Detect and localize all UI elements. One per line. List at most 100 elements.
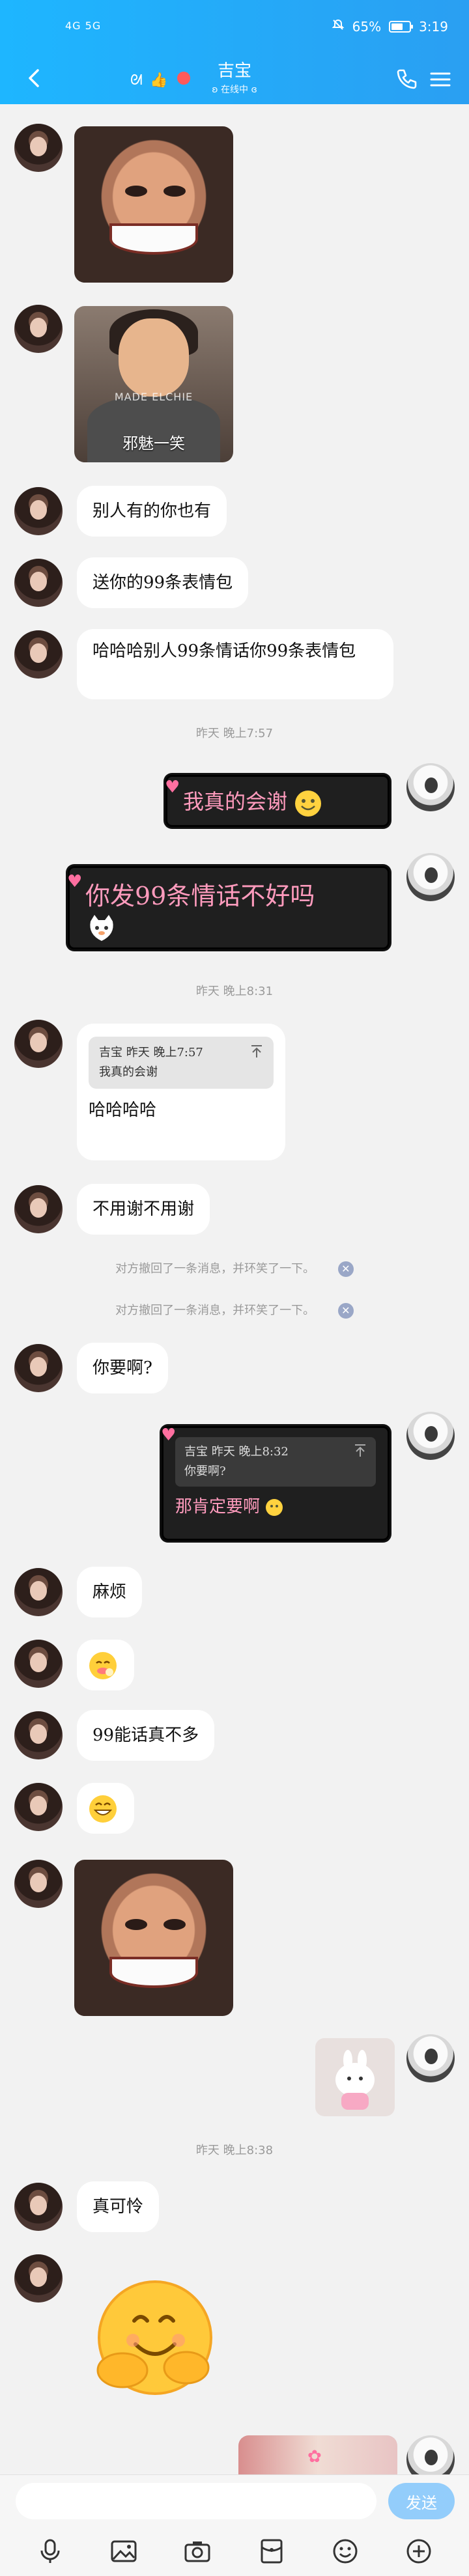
input-bar: 发送 xyxy=(0,2474,469,2527)
image-message[interactable]: MADE ELCHIE 邪魅一笑 xyxy=(74,306,233,462)
contact-avatar[interactable] xyxy=(14,1711,63,1759)
send-button[interactable]: 发送 xyxy=(388,2483,455,2519)
mute-icon xyxy=(332,18,345,35)
styled-message[interactable]: ♥ 你发99条情话不好吗 xyxy=(67,866,390,949)
jump-to-icon[interactable] xyxy=(250,1044,263,1059)
heart-icon: ♥ xyxy=(165,777,180,797)
contact-avatar[interactable] xyxy=(14,1860,63,1908)
plus-circle-icon xyxy=(406,2539,431,2564)
contact-avatar[interactable] xyxy=(14,1640,63,1688)
quote-text: 你要啊? xyxy=(184,1464,226,1478)
svg-text:👍: 👍 xyxy=(150,72,167,89)
quote-author: 吉宝 xyxy=(99,1046,122,1059)
image-caption: 邪魅一笑 xyxy=(122,434,185,453)
contact-avatar[interactable] xyxy=(14,1020,63,1068)
my-avatar[interactable] xyxy=(406,763,455,811)
recall-notice: 对方撤回了一条消息，并环笑了一下。 ✕ xyxy=(0,1259,469,1277)
input-toolbar xyxy=(0,2527,469,2576)
heart-icon: ♥ xyxy=(67,872,83,891)
battery-icon xyxy=(389,20,414,33)
call-button[interactable] xyxy=(393,66,419,92)
contact-avatar[interactable] xyxy=(14,305,63,353)
text-message[interactable]: 麻烦 xyxy=(77,1567,143,1617)
svg-text:ᘛ: ᘛ xyxy=(130,72,143,89)
contact-avatar[interactable] xyxy=(14,487,63,535)
text-message[interactable]: 别人有的你也有 xyxy=(77,486,227,537)
cute-emoji-icon xyxy=(266,1499,283,1516)
image-message[interactable] xyxy=(74,1860,233,2016)
image-icon xyxy=(111,2540,137,2562)
contact-avatar[interactable] xyxy=(14,1783,63,1831)
smiley-icon xyxy=(333,2539,358,2564)
camera-icon xyxy=(184,2541,210,2562)
image-message[interactable]: ✿ xyxy=(238,2435,397,2474)
styled-message-text: 那肯定要啊 xyxy=(175,1493,376,1517)
photo-button[interactable] xyxy=(108,2536,139,2567)
contact-avatar[interactable] xyxy=(14,1185,63,1233)
phone-icon xyxy=(397,69,417,89)
contact-avatar[interactable] xyxy=(14,2183,63,2231)
quote-date: 昨天 晚上7:57 xyxy=(126,1046,203,1059)
text-message[interactable]: 送你的99条表情包 xyxy=(77,557,249,608)
contact-avatar[interactable] xyxy=(14,124,63,172)
hug-emoji-sticker[interactable] xyxy=(83,2273,227,2403)
emoji-message[interactable] xyxy=(77,1640,134,1690)
styled-quote-message[interactable]: ♥ 吉宝 昨天 晚上8:32 你要啊? 那肯定要啊 xyxy=(161,1425,390,1541)
red-packet-button[interactable] xyxy=(256,2536,287,2567)
my-avatar[interactable] xyxy=(406,853,455,901)
recall-notice-text: 对方撤回了一条消息，并环笑了一下。 xyxy=(115,1262,315,1276)
text-message[interactable]: 99能话真不多 xyxy=(77,1710,215,1761)
grin-emoji-icon xyxy=(89,1652,117,1679)
menu-button[interactable] xyxy=(427,66,453,92)
quote-author: 吉宝 xyxy=(184,1445,208,1459)
message-input[interactable] xyxy=(16,2483,377,2519)
more-button[interactable] xyxy=(403,2536,434,2567)
jump-to-icon[interactable] xyxy=(354,1444,367,1458)
close-icon[interactable]: ✕ xyxy=(337,1303,354,1319)
emoji-button[interactable] xyxy=(330,2536,361,2567)
quoted-message[interactable]: 吉宝 昨天 晚上7:57 我真的会谢 xyxy=(89,1037,274,1089)
bunny-sticker-icon xyxy=(335,2050,375,2110)
contact-avatar[interactable] xyxy=(14,1568,63,1616)
big-grin-emoji-icon xyxy=(89,1795,117,1823)
recall-notice-text: 对方撤回了一条消息，并环笑了一下。 xyxy=(115,1304,315,1317)
styled-message-text: 我真的会谢 xyxy=(183,789,288,814)
contact-badge-icons: ᘛ 👍 xyxy=(130,66,190,92)
contact-avatar[interactable] xyxy=(14,2254,63,2303)
text-message[interactable]: 真可怜 xyxy=(77,2181,160,2232)
image-message[interactable] xyxy=(74,126,233,283)
voice-button[interactable] xyxy=(35,2536,66,2567)
cat-emoji-icon xyxy=(90,915,113,941)
styled-message-text: 你发99条情话不好吗 xyxy=(85,882,315,910)
contact-avatar[interactable] xyxy=(14,630,63,679)
quote-message[interactable]: 吉宝 昨天 晚上7:57 我真的会谢 哈哈哈哈 xyxy=(77,1024,285,1160)
my-avatar[interactable] xyxy=(406,1412,455,1460)
quoted-message[interactable]: 吉宝 昨天 晚上8:32 你要啊? xyxy=(175,1437,376,1487)
text-message[interactable]: 不用谢不用谢 xyxy=(77,1184,210,1235)
contact-avatar[interactable] xyxy=(14,1344,63,1392)
text-message[interactable]: 哈哈哈别人99条情话你99条表情包 xyxy=(77,629,393,699)
sticker-message[interactable] xyxy=(315,2038,395,2116)
quote-text: 我真的会谢 xyxy=(99,1065,158,1079)
close-icon[interactable]: ✕ xyxy=(337,1261,354,1277)
clock: 3:19 xyxy=(419,18,448,35)
recall-notice: 对方撤回了一条消息，并环笑了一下。 ✕ xyxy=(0,1301,469,1319)
camera-button[interactable] xyxy=(182,2536,213,2567)
timestamp: 昨天 晚上8:31 xyxy=(195,985,274,998)
heart-icon: ♥ xyxy=(161,1425,177,1445)
emoji-message[interactable] xyxy=(77,1783,134,1834)
red-packet-icon xyxy=(261,2539,283,2564)
image-watermark: MADE ELCHIE xyxy=(114,390,193,403)
smile-emoji-icon xyxy=(295,790,322,817)
status-bar: 4G 5G 65% 3:19 xyxy=(0,0,469,52)
text-message[interactable]: 你要啊? xyxy=(77,1343,168,1393)
microphone-icon xyxy=(40,2539,60,2563)
contact-avatar[interactable] xyxy=(14,559,63,607)
quote-date: 昨天 晚上8:32 xyxy=(211,1445,289,1459)
my-avatar[interactable] xyxy=(406,2034,455,2082)
timestamp: 昨天 晚上7:57 xyxy=(195,727,274,740)
battery-percent: 65% xyxy=(352,18,382,35)
chat-header: 吉宝 ʚ 在线中 ɞ ᘛ 👍 xyxy=(0,52,469,104)
styled-message[interactable]: ♥ 我真的会谢 xyxy=(165,775,390,827)
hamburger-icon xyxy=(430,72,451,87)
